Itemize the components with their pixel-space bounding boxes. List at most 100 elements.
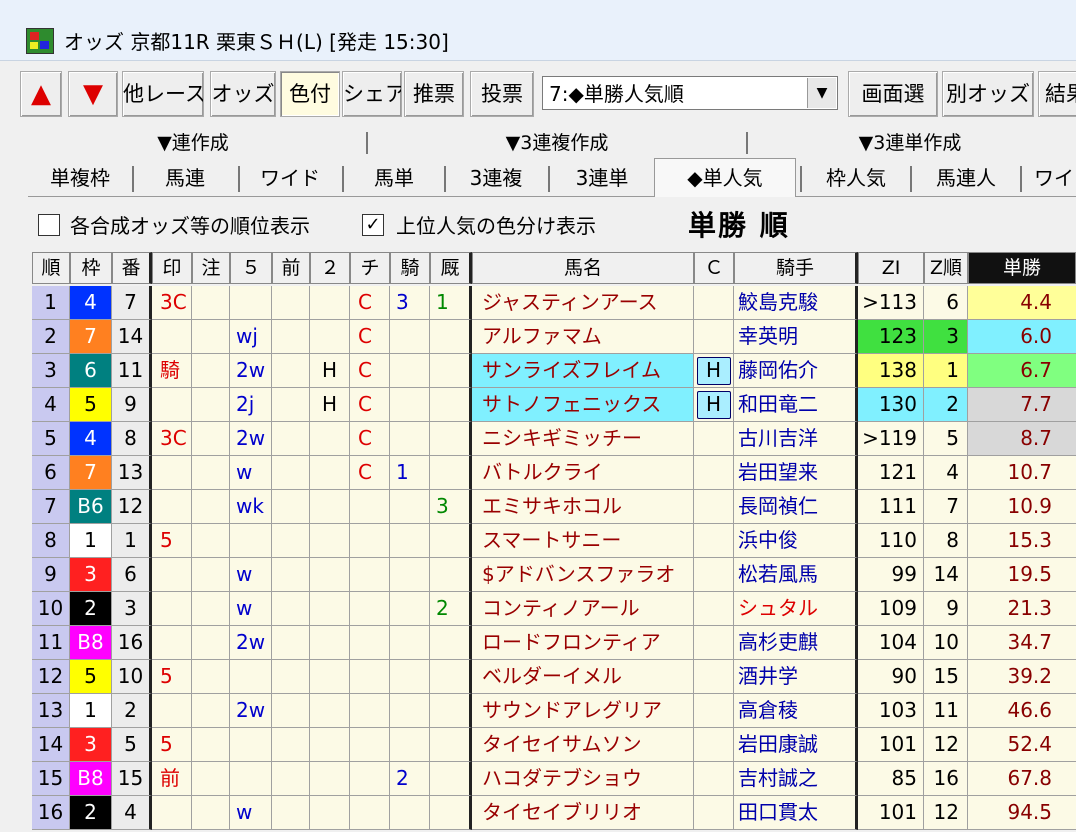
result-button[interactable]: 結果 [1038, 71, 1076, 117]
col-tansho-header[interactable]: 単勝 [968, 252, 1076, 284]
tab-divider [800, 166, 802, 192]
tab-tan-popular[interactable]: ◆単人気 [654, 158, 796, 197]
col-chi-header[interactable]: チ [350, 252, 390, 284]
next-race-button[interactable]: ▼ [68, 71, 118, 117]
col-c-header[interactable]: Ｃ [694, 252, 734, 284]
col-ki-header[interactable]: 騎 [390, 252, 430, 284]
tab-group-ren[interactable]: ▼連作成 [28, 130, 358, 156]
odds-button[interactable]: オッズ [210, 71, 276, 117]
screen-select-button[interactable]: 画面選 [848, 71, 938, 117]
cell-c: H [694, 388, 734, 422]
cell-tansho: 67.8 [968, 762, 1076, 796]
table-row[interactable]: 14 3 5 5 タイセイサムソン 岩田康誠 101 12 52.4 [32, 728, 1076, 762]
dropdown-arrow-icon[interactable]: ▼ [807, 78, 836, 108]
cell-rank: 10 [32, 592, 70, 626]
cell-mae [272, 490, 310, 524]
cell-five: 2w [230, 422, 272, 456]
other-odds-button[interactable]: 別オッズ [942, 71, 1034, 117]
cell-c [694, 286, 734, 320]
color-display-checkbox[interactable]: ✓ [362, 214, 384, 236]
cell-jockey: 田口貫太 [734, 796, 858, 830]
table-row[interactable]: 8 1 1 5 スマートサニー 浜中俊 110 8 15.3 [32, 524, 1076, 558]
tab-sanrenpuku[interactable]: 3連複 [448, 162, 544, 194]
cell-ban: 11 [112, 354, 152, 388]
table-row[interactable]: 16 2 4 w タイセイブリリオ 田口貫太 101 12 94.5 [32, 796, 1076, 830]
cell-mae [272, 626, 310, 660]
col-waku-header[interactable]: 枠 [70, 252, 112, 284]
table-row[interactable]: 11 B8 16 2w ロードフロンティア 高杉吏麒 104 10 34.7 [32, 626, 1076, 660]
col-mark-header[interactable]: 印 [152, 252, 192, 284]
col-name-header[interactable]: 馬名 [472, 252, 694, 284]
table-row[interactable]: 1 4 7 3C C 3 1 ジャスティンアース 鮫島克駿 >113 6 4.4 [32, 286, 1076, 320]
table-row[interactable]: 6 7 13 w C 1 バトルクライ 岩田望来 121 4 10.7 [32, 456, 1076, 490]
table-row[interactable]: 2 7 14 wj C アルファマム 幸英明 123 3 6.0 [32, 320, 1076, 354]
cell-jockey: 浜中俊 [734, 524, 858, 558]
table-row[interactable]: 4 5 9 2j H C サトノフェニックス H 和田竜二 130 2 7.7 [32, 388, 1076, 422]
cell-waku: 3 [70, 558, 112, 592]
tab-waku-popular[interactable]: 枠人気 [804, 162, 908, 194]
tab-wide[interactable]: ワイド [242, 162, 338, 194]
table-row[interactable]: 5 4 8 3C 2w C ニシキギミッチー 古川吉洋 >119 5 8.7 [32, 422, 1076, 456]
cell-zrank: 3 [924, 320, 968, 354]
cell-waku: B8 [70, 626, 112, 660]
cell-zrank: 11 [924, 694, 968, 728]
recommend-button[interactable]: 推票 [404, 71, 464, 117]
table-row[interactable]: 3 6 11 騎 2w H C サンライズフレイム H 藤岡佑介 138 1 6.7 [32, 354, 1076, 388]
cell-chi: C [350, 354, 390, 388]
cell-chu [192, 796, 230, 830]
view-select[interactable]: 7:◆単勝人気順 ▼ [542, 76, 838, 110]
cell-mark [152, 694, 192, 728]
cell-chu [192, 388, 230, 422]
cell-zi: 121 [858, 456, 924, 490]
cell-mae [272, 660, 310, 694]
table-row[interactable]: 13 1 2 2w サウンドアレグリア 高倉稜 103 11 46.6 [32, 694, 1076, 728]
cell-rank: 3 [32, 354, 70, 388]
col-kyu-header[interactable]: 厩 [430, 252, 472, 284]
tab-umatan[interactable]: 馬単 [346, 162, 442, 194]
cell-kyu [430, 694, 472, 728]
prev-race-button[interactable]: ▲ [20, 71, 62, 117]
table-row[interactable]: 10 2 3 w 2 コンティノアール シュタル 109 9 21.3 [32, 592, 1076, 626]
tab-umaren-popular[interactable]: 馬連人 [914, 162, 1018, 194]
col-rank-header[interactable]: 順 [32, 252, 70, 284]
cell-zi: 99 [858, 558, 924, 592]
share-button[interactable]: シェア [342, 71, 402, 117]
table-row[interactable]: 7 B6 12 wk 3 エミサキホコル 長岡禎仁 111 7 10.9 [32, 490, 1076, 524]
cell-kyu [430, 558, 472, 592]
col-two-header[interactable]: ２ [310, 252, 350, 284]
cell-mae [272, 456, 310, 490]
blinker-badge: H [696, 391, 731, 419]
cell-chi [350, 796, 390, 830]
tab-wide-popular[interactable]: ワイ [1024, 162, 1076, 194]
table-row[interactable]: 9 3 6 w $アドバンスファラオ 松若風馬 99 14 19.5 [32, 558, 1076, 592]
cell-rank: 2 [32, 320, 70, 354]
tab-group-sanrenpuku[interactable]: ▼3連複作成 [370, 130, 744, 156]
color-button[interactable]: 色付 [280, 71, 340, 117]
col-five-header[interactable]: ５ [230, 252, 272, 284]
tab-tanfuku-waku[interactable]: 単複枠 [32, 162, 128, 194]
view-select-value: 7:◆単勝人気順 [549, 82, 684, 106]
tab-group-sanrentan[interactable]: ▼3連単作成 [750, 130, 1070, 156]
rank-display-checkbox[interactable] [38, 214, 60, 236]
table-row[interactable]: 12 5 10 5 ベルダーイメル 酒井学 90 15 39.2 [32, 660, 1076, 694]
cell-two: H [310, 354, 350, 388]
col-jockey-header[interactable]: 騎手 [734, 252, 858, 284]
col-ban-header[interactable]: 番 [112, 252, 152, 284]
cell-tansho: 46.6 [968, 694, 1076, 728]
col-zrank-header[interactable]: Z順 [924, 252, 968, 284]
cell-zrank: 1 [924, 354, 968, 388]
cell-two [310, 456, 350, 490]
cell-jockey: 高杉吏麒 [734, 626, 858, 660]
tab-sanrentan[interactable]: 3連単 [552, 162, 652, 194]
col-mae-header[interactable]: 前 [272, 252, 310, 284]
table-row[interactable]: 15 B8 15 前 2 ハコダテブショウ 吉村誠之 85 16 67.8 [32, 762, 1076, 796]
cell-mark: 前 [152, 762, 192, 796]
col-zi-header[interactable]: ZI [858, 252, 924, 284]
cell-mark [152, 592, 192, 626]
tab-umaren[interactable]: 馬連 [136, 162, 234, 194]
vote-button[interactable]: 投票 [470, 71, 534, 117]
cell-chu [192, 422, 230, 456]
col-chu-header[interactable]: 注 [192, 252, 230, 284]
other-race-button[interactable]: 他レース [122, 71, 204, 117]
cell-tansho: 4.4 [968, 286, 1076, 320]
